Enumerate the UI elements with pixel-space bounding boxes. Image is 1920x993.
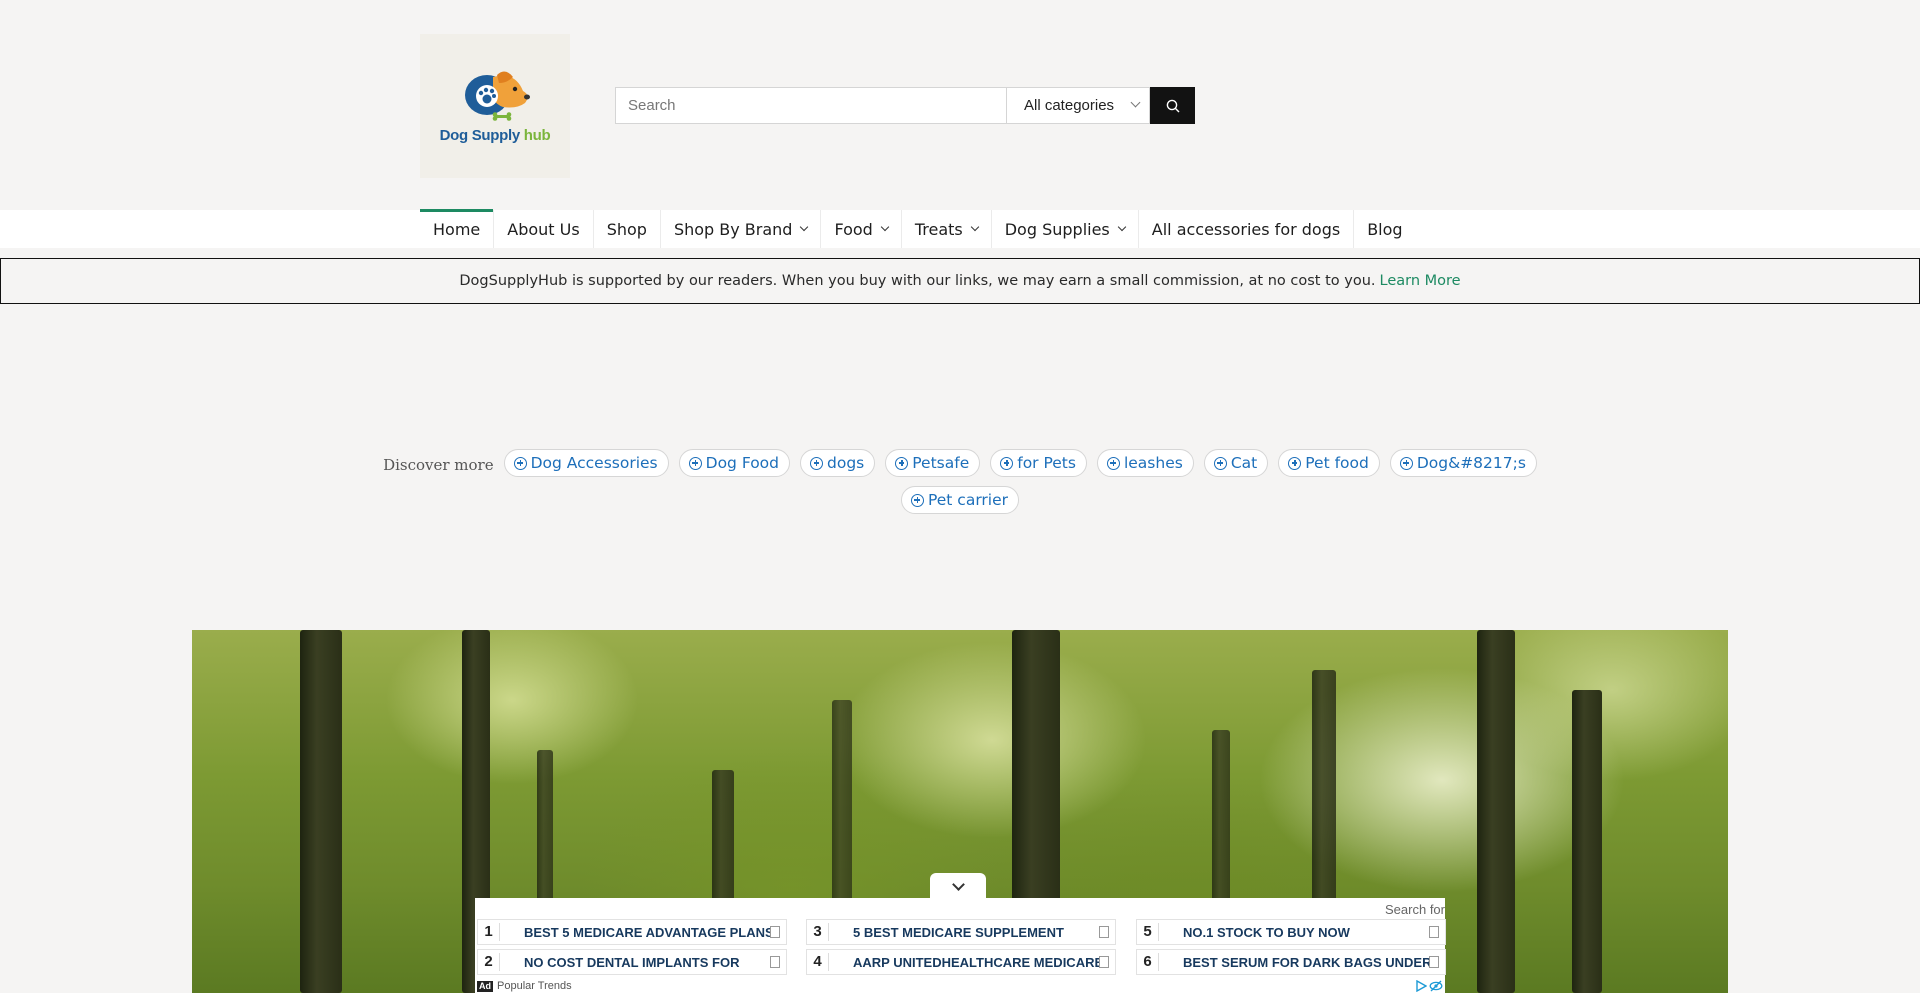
main-navbar: Home About Us Shop Shop By Brand Food Tr… — [0, 209, 1920, 248]
discover-chip[interactable]: dogs — [800, 449, 876, 477]
ad-item[interactable]: 2 NO COST DENTAL IMPLANTS FOR — [477, 949, 787, 975]
dog-logo-icon — [465, 70, 530, 121]
plus-circle-icon — [810, 456, 823, 470]
plus-circle-icon — [1000, 456, 1014, 470]
discover-row: Discover more Dog Accessories Dog Food d… — [0, 448, 1920, 478]
plus-circle-icon — [1213, 456, 1227, 470]
chevron-down-icon — [1117, 222, 1127, 231]
main-nav: Home About Us Shop Shop By Brand Food Tr… — [420, 209, 1416, 248]
chevron-down-icon — [800, 222, 809, 231]
plus-circle-icon — [1399, 456, 1413, 470]
discover-label: Discover more — [383, 456, 494, 474]
ad-footer-text: Popular Trends — [497, 980, 572, 992]
tree-trunk — [1477, 630, 1515, 993]
nav-blog[interactable]: Blog — [1354, 210, 1415, 248]
arrow-icon — [770, 956, 780, 968]
ad-item[interactable]: 5 NO.1 STOCK TO BUY NOW — [1136, 919, 1446, 945]
ad-bar: Search for 1 BEST 5 MEDICARE ADVANTAGE P… — [475, 898, 1446, 993]
chevron-down-icon — [1130, 97, 1141, 108]
nav-about-us[interactable]: About Us — [494, 210, 594, 248]
ad-choices[interactable] — [1415, 980, 1443, 992]
tree-trunk — [1572, 690, 1602, 993]
plus-circle-icon — [1106, 456, 1120, 470]
nav-treats[interactable]: Treats — [902, 210, 992, 248]
nav-food[interactable]: Food — [821, 210, 902, 248]
search-button[interactable] — [1150, 87, 1195, 124]
nav-all-accessories[interactable]: All accessories for dogs — [1139, 210, 1355, 248]
chevron-down-icon — [970, 222, 979, 231]
search-icon — [1166, 99, 1179, 112]
discover-chip[interactable]: leashes — [1096, 449, 1194, 477]
nav-shop[interactable]: Shop — [594, 210, 661, 248]
chevron-down-icon — [951, 877, 965, 891]
discover-chip[interactable]: Cat — [1203, 449, 1269, 477]
ad-collapse-button[interactable] — [930, 873, 986, 900]
arrow-icon — [1429, 956, 1439, 968]
category-select-value: All categories — [1024, 97, 1115, 114]
ad-footer: Ad Popular Trends — [477, 979, 572, 993]
plus-circle-icon — [1288, 456, 1302, 470]
discover-more: Discover more Dog Accessories Dog Food d… — [0, 448, 1920, 515]
affiliate-notice: DogSupplyHub is supported by our readers… — [0, 258, 1920, 304]
nav-home[interactable]: Home — [420, 209, 495, 248]
discover-chip[interactable]: Dog&#8217;s — [1389, 449, 1537, 477]
learn-more-link[interactable]: Learn More — [1380, 273, 1461, 289]
adchoices-play-icon — [1416, 980, 1427, 992]
chevron-down-icon — [880, 222, 890, 231]
discover-row: Pet carrier — [0, 485, 1920, 515]
discover-chip[interactable]: Petsafe — [885, 449, 981, 477]
discover-chip[interactable]: Dog Accessories — [503, 449, 669, 477]
discover-chip[interactable]: Pet carrier — [900, 486, 1020, 514]
eye-slash-icon — [1429, 980, 1443, 992]
nav-shop-by-brand[interactable]: Shop By Brand — [661, 210, 822, 248]
nav-dog-supplies[interactable]: Dog Supplies — [992, 210, 1139, 248]
ad-item[interactable]: 3 5 BEST MEDICARE SUPPLEMENT — [806, 919, 1116, 945]
discover-chip[interactable]: Pet food — [1278, 449, 1380, 477]
arrow-icon — [1099, 926, 1109, 938]
ad-item[interactable]: 4 AARP UNITEDHEALTHCARE MEDICARE — [806, 949, 1116, 975]
search-bar: All categories — [615, 87, 1195, 124]
ad-item[interactable]: 6 BEST SERUM FOR DARK BAGS UNDER — [1136, 949, 1446, 975]
discover-chip[interactable]: for Pets — [990, 449, 1087, 477]
site-logo[interactable]: Dog Supply hub — [420, 34, 570, 178]
discover-chip[interactable]: Dog Food — [678, 449, 790, 477]
plus-circle-icon — [895, 456, 909, 470]
logo-text: Dog Supply hub — [439, 126, 551, 144]
plus-circle-icon — [513, 456, 527, 470]
ad-search-label: Search for — [1385, 902, 1445, 917]
category-select[interactable]: All categories — [1007, 87, 1150, 124]
arrow-icon — [770, 926, 780, 938]
ad-item[interactable]: 1 BEST 5 MEDICARE ADVANTAGE PLANS — [477, 919, 787, 945]
plus-circle-icon — [910, 493, 924, 507]
notice-text: DogSupplyHub is supported by our readers… — [459, 273, 1376, 289]
search-input[interactable] — [615, 87, 1007, 124]
arrow-icon — [1099, 956, 1109, 968]
plus-circle-icon — [688, 456, 702, 470]
ad-badge: Ad — [477, 980, 493, 992]
arrow-icon — [1429, 926, 1439, 938]
tree-trunk — [300, 630, 342, 993]
